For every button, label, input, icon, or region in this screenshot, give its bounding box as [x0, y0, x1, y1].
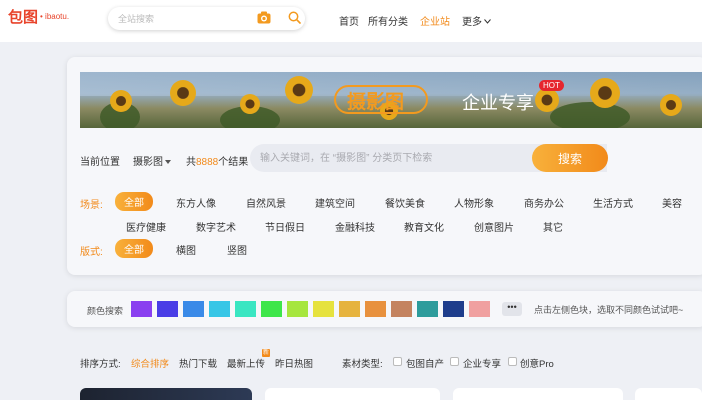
format-tag-portrait[interactable]: 竖图: [227, 242, 247, 257]
color-swatch[interactable]: [391, 301, 412, 317]
scene-tag[interactable]: 自然风景: [246, 195, 286, 210]
hot-badge: HOT: [539, 80, 564, 91]
color-swatch[interactable]: [417, 301, 438, 317]
banner-title-enterprise: 企业专享: [462, 93, 534, 114]
top-bar: 包图 • ibaotu. 首页 所有分类 企业站 更多: [0, 0, 702, 42]
scene-tag[interactable]: 商务办公: [524, 195, 564, 210]
sunflower-image: [535, 88, 559, 112]
color-swatch[interactable]: [209, 301, 230, 317]
color-search-bar: 颜色搜索 ••• 点击左侧色块，选取不同颜色试试吧~: [67, 291, 702, 327]
sunflower-image: [170, 80, 196, 106]
color-search-hint: 点击左侧色块，选取不同颜色试试吧~: [534, 305, 684, 315]
nav-home[interactable]: 首页: [339, 13, 359, 28]
color-swatch[interactable]: [235, 301, 256, 317]
sort-option-latest[interactable]: 最新上传: [227, 356, 265, 370]
logo-mark: 包图: [8, 8, 39, 26]
sunflower-image: [660, 94, 682, 116]
color-swatch[interactable]: [443, 301, 464, 317]
scene-tag[interactable]: 节日假日: [265, 219, 305, 234]
result-count: 共8888个结果: [186, 153, 248, 168]
search-icon[interactable]: [288, 11, 301, 24]
format-tag-all[interactable]: 全部: [115, 239, 153, 258]
caret-down-icon: [165, 160, 171, 164]
format-tag-landscape[interactable]: 横图: [176, 242, 196, 257]
nav-more-label: 更多: [462, 17, 482, 28]
sunflower-image: [285, 76, 313, 104]
site-logo[interactable]: 包图 • ibaotu.: [8, 6, 69, 27]
global-search: [108, 7, 305, 30]
color-swatch[interactable]: [365, 301, 386, 317]
color-search-label: 颜色搜索: [87, 306, 124, 316]
keyword-search-input[interactable]: [260, 150, 560, 166]
material-checkbox-creative-pro[interactable]: [508, 357, 517, 366]
material-checkbox-baotu[interactable]: [393, 357, 402, 366]
result-card[interactable]: [453, 388, 623, 400]
result-count-number: 8888: [196, 157, 219, 168]
global-search-input[interactable]: [118, 11, 253, 26]
color-swatch[interactable]: [131, 301, 152, 317]
banner-title-photo: 摄影图: [347, 91, 405, 113]
new-badge: 新: [262, 349, 270, 357]
location-label: 当前位置: [80, 157, 120, 168]
scene-tag[interactable]: 美容: [662, 195, 682, 210]
sunflower-image: [240, 94, 260, 114]
result-card[interactable]: [265, 388, 440, 400]
material-checkbox-enterprise[interactable]: [450, 357, 459, 366]
scene-tag[interactable]: 教育文化: [404, 219, 444, 234]
scene-label: 场景:: [80, 200, 103, 211]
color-swatch[interactable]: [469, 301, 490, 317]
color-swatch[interactable]: [287, 301, 308, 317]
result-count-suffix: 个结果: [218, 157, 249, 168]
color-swatch[interactable]: [183, 301, 204, 317]
material-option-enterprise[interactable]: 企业专享: [463, 356, 501, 370]
category-dropdown[interactable]: 摄影图: [133, 153, 171, 168]
scene-tag[interactable]: 其它: [543, 219, 563, 234]
logo-text: • ibaotu.: [40, 12, 70, 21]
result-card[interactable]: [80, 388, 252, 400]
color-swatch[interactable]: [261, 301, 282, 317]
nav-all-categories[interactable]: 所有分类: [368, 13, 408, 28]
filter-panel: 摄影图 企业专享 HOT 当前位置 摄影图 共8888个结果 搜索 场景: 全部…: [67, 57, 702, 275]
material-option-baotu[interactable]: 包图自产: [406, 356, 444, 370]
banner-leaf: [550, 102, 630, 128]
scene-tag[interactable]: 医疗健康: [126, 219, 166, 234]
color-swatch[interactable]: [157, 301, 178, 317]
color-swatch[interactable]: [313, 301, 334, 317]
keyword-search-button[interactable]: 搜索: [532, 144, 608, 172]
scene-tag[interactable]: 生活方式: [593, 195, 633, 210]
sort-label: 排序方式:: [80, 359, 121, 370]
sunflower-image: [590, 78, 620, 108]
nav-more[interactable]: 更多: [462, 13, 491, 28]
more-colors-button[interactable]: •••: [502, 302, 522, 316]
sunflower-image: [110, 90, 132, 112]
category-banner[interactable]: 摄影图 企业专享 HOT: [80, 72, 702, 128]
scene-tag-all[interactable]: 全部: [115, 192, 153, 211]
camera-search-icon[interactable]: [257, 11, 271, 24]
chevron-down-icon: [484, 19, 491, 24]
sort-option-comprehensive[interactable]: 综合排序: [131, 356, 169, 370]
scene-tag[interactable]: 创意图片: [474, 219, 514, 234]
scene-tag[interactable]: 金融科技: [335, 219, 375, 234]
result-count-prefix: 共: [186, 157, 196, 168]
category-dropdown-value: 摄影图: [133, 157, 163, 168]
material-type-label: 素材类型:: [342, 359, 383, 370]
scene-tag[interactable]: 餐饮美食: [385, 195, 425, 210]
scene-tag[interactable]: 人物形象: [454, 195, 494, 210]
color-swatch[interactable]: [339, 301, 360, 317]
scene-tag[interactable]: 建筑空间: [315, 195, 355, 210]
nav-enterprise[interactable]: 企业站: [420, 13, 450, 28]
scene-tag[interactable]: 数字艺术: [196, 219, 236, 234]
format-label: 版式:: [80, 247, 103, 258]
result-card[interactable]: [635, 388, 702, 400]
sort-option-yesterday-hot[interactable]: 昨日热图: [275, 356, 313, 370]
material-option-creative-pro[interactable]: 创意Pro: [520, 356, 554, 370]
scene-tag[interactable]: 东方人像: [176, 195, 216, 210]
sort-option-hot-downloads[interactable]: 热门下载: [179, 356, 217, 370]
